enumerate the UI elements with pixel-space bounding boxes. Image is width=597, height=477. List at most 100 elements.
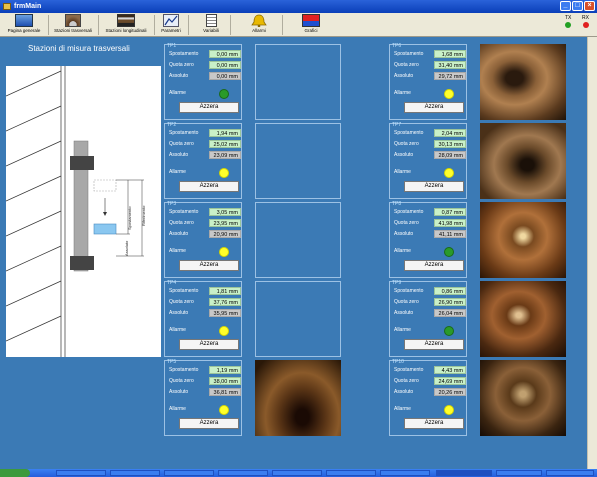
window-title: frmMain [14,3,42,10]
value-spostamento: 1,19 mm [209,366,241,374]
start-button[interactable] [0,469,30,477]
azzera-button[interactable]: Azzera [404,339,464,350]
close-button[interactable]: × [584,1,595,11]
value-quota-zero: 31,40 mm [434,61,466,69]
toolbar-button-parameters[interactable]: Parametri [156,14,186,36]
alarm-indicator [444,326,454,336]
azzera-button[interactable]: Azzera [179,418,239,429]
label-assoluto: Assoluto [394,152,414,158]
value-assoluto: 20,26 mm [434,388,466,396]
minimize-button[interactable]: _ [560,1,571,11]
azzera-button[interactable]: Azzera [179,339,239,350]
value-quota-zero: 38,00 mm [209,377,241,385]
azzera-button[interactable]: Azzera [179,102,239,113]
taskbar [0,469,597,477]
alarm-indicator [219,89,229,99]
longitudinal-icon [117,14,135,27]
rx-led [583,22,589,28]
value-quota-zero: 24,69 mm [434,377,466,385]
tx-led [565,22,571,28]
label-spostamento: Spostamento [394,130,424,136]
diagram-label-assoluto: Assoluto [124,240,129,256]
value-assoluto: 20,90 mm [209,230,241,238]
station-title: TP8 [392,201,402,207]
toolbar: Pagina generale Stazioni trasversali Sta… [0,13,597,37]
label-quota-zero: Quota zero [169,62,194,68]
label-allarme: Allarme [394,169,411,175]
label-spostamento: Spostamento [394,367,424,373]
tunnel-photo-tp10 [480,360,566,436]
title-bar: frmMain _ □ × [0,0,597,13]
alarm-indicator [219,247,229,257]
station-panel-tp3: TP3 Spostamento 3,05 mm Quota zero 23,95 mm A… [164,201,242,278]
maximize-button[interactable]: □ [572,1,583,11]
value-assoluto: 29,72 mm [434,72,466,80]
azzera-button[interactable]: Azzera [179,260,239,271]
alarm-indicator [219,405,229,415]
azzera-button[interactable]: Azzera [404,260,464,271]
label-assoluto: Assoluto [169,389,189,395]
taskbar-item[interactable] [110,470,160,476]
label-quota-zero: Quota zero [169,378,194,384]
label-allarme: Allarme [169,248,186,254]
taskbar-item[interactable] [56,470,106,476]
station-panel-tp1: TP1 Spostamento 0,00 mm Quota zero 0,00 mm As… [164,43,242,120]
alarm-indicator [444,247,454,257]
azzera-button[interactable]: Azzera [179,181,239,192]
taskbar-item[interactable] [326,470,376,476]
taskbar-item-active[interactable] [436,470,492,476]
value-quota-zero: 25,02 mm [209,140,241,148]
label-assoluto: Assoluto [169,73,189,79]
taskbar-item[interactable] [218,470,268,476]
value-spostamento: 0,87 mm [434,208,466,216]
taskbar-item[interactable] [164,470,214,476]
tunnel-section-icon [65,14,81,27]
station-title: TP7 [392,122,402,128]
label-allarme: Allarme [169,90,186,96]
value-assoluto: 35,95 mm [209,309,241,317]
toolbar-button-variables[interactable]: Variabili [198,14,224,36]
value-spostamento: 0,00 mm [209,50,241,58]
value-spostamento: 1,94 mm [209,129,241,137]
alarm-indicator [444,89,454,99]
toolbar-button-charts[interactable]: Grafici [296,14,326,36]
taskbar-item[interactable] [496,470,542,476]
app-icon [3,3,11,10]
vertical-scrollbar[interactable] [587,37,597,469]
value-assoluto: 36,81 mm [209,388,241,396]
taskbar-item[interactable] [380,470,430,476]
value-spostamento: 4,43 mm [434,366,466,374]
station-panel-tp10: TP10 Spostamento 4,43 mm Quota zero 24,69 mm… [389,359,467,436]
value-assoluto: 23,09 mm [209,151,241,159]
value-quota-zero: 37,76 mm [209,298,241,306]
rx-label: RX [582,15,589,21]
station-panel-tp7: TP7 Spostamento 2,04 mm Quota zero 30,13 mm A… [389,122,467,199]
azzera-button[interactable]: Azzera [404,418,464,429]
tx-rx-indicator: TX RX [565,15,589,28]
azzera-button[interactable]: Azzera [404,181,464,192]
taskbar-item[interactable] [546,470,594,476]
toolbar-button-alarms[interactable]: Allarmi [246,14,272,36]
label-assoluto: Assoluto [394,231,414,237]
label-spostamento: Spostamento [394,51,424,57]
tunnel-photo-tp7 [480,123,566,199]
label-quota-zero: Quota zero [394,378,419,384]
toolbar-button-transversal[interactable]: Stazioni trasversali [50,14,96,36]
value-spostamento: 0,86 mm [434,287,466,295]
value-assoluto: 26,04 mm [434,309,466,317]
label-quota-zero: Quota zero [394,220,419,226]
diagram-label-spostamento: Spostamento [127,206,132,230]
label-spostamento: Spostamento [169,288,199,294]
toolbar-button-home[interactable]: Pagina generale [2,14,46,36]
station-title: TP1 [167,43,177,49]
toolbar-button-longitudinal[interactable]: Stazioni longitudinali [100,14,152,36]
value-quota-zero: 23,95 mm [209,219,241,227]
value-spostamento: 1,68 mm [434,50,466,58]
alarm-indicator [219,168,229,178]
label-quota-zero: Quota zero [394,62,419,68]
label-allarme: Allarme [394,248,411,254]
variables-icon [205,14,217,27]
alarm-indicator [219,326,229,336]
azzera-button[interactable]: Azzera [404,102,464,113]
taskbar-item[interactable] [272,470,322,476]
